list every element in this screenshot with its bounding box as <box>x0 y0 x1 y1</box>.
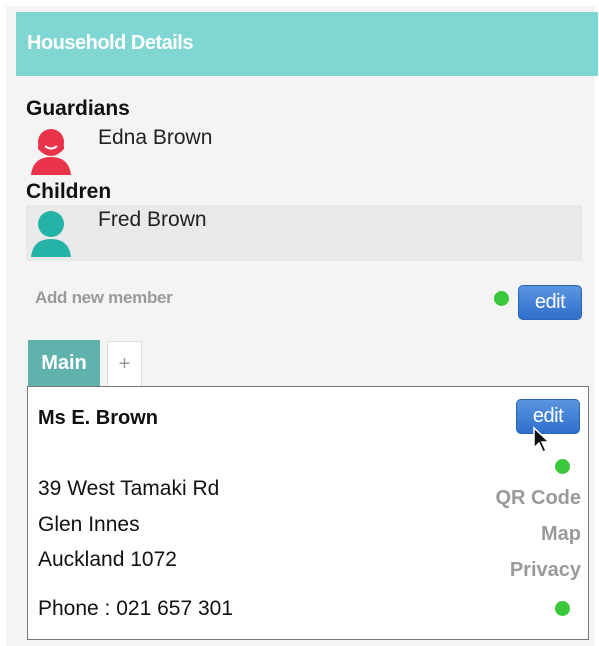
address-line-1: 39 West Tamaki Rd <box>38 477 220 500</box>
guardian-name[interactable]: Edna Brown <box>98 126 212 150</box>
household-status-dot <box>494 291 509 306</box>
privacy-link[interactable]: Privacy <box>510 559 581 582</box>
household-header: Household Details <box>16 12 598 76</box>
phone-number: Phone : 021 657 301 <box>38 597 234 620</box>
mouse-cursor-icon <box>533 426 551 454</box>
guardians-label: Guardians <box>26 97 130 120</box>
female-avatar-icon <box>31 129 71 175</box>
address-line-2: Glen Innes <box>38 513 140 536</box>
household-edit-button[interactable]: edit <box>518 285 582 320</box>
contact-status-dot <box>555 459 570 474</box>
add-new-member-link[interactable]: Add new member <box>35 288 173 308</box>
household-title: Household Details <box>27 32 193 54</box>
child-name[interactable]: Fred Brown <box>98 208 207 232</box>
tab-add[interactable]: + <box>107 341 142 386</box>
phone-status-dot <box>555 601 570 616</box>
children-label: Children <box>26 180 112 203</box>
map-link[interactable]: Map <box>541 523 581 546</box>
qr-code-link[interactable]: QR Code <box>495 487 581 510</box>
contact-name: Ms E. Brown <box>38 407 159 429</box>
address-line-3: Auckland 1072 <box>38 548 177 571</box>
contact-card: Ms E. Brown edit 39 West Tamaki Rd Glen … <box>27 386 589 640</box>
male-avatar-icon <box>31 211 71 257</box>
tab-main[interactable]: Main <box>28 340 100 386</box>
